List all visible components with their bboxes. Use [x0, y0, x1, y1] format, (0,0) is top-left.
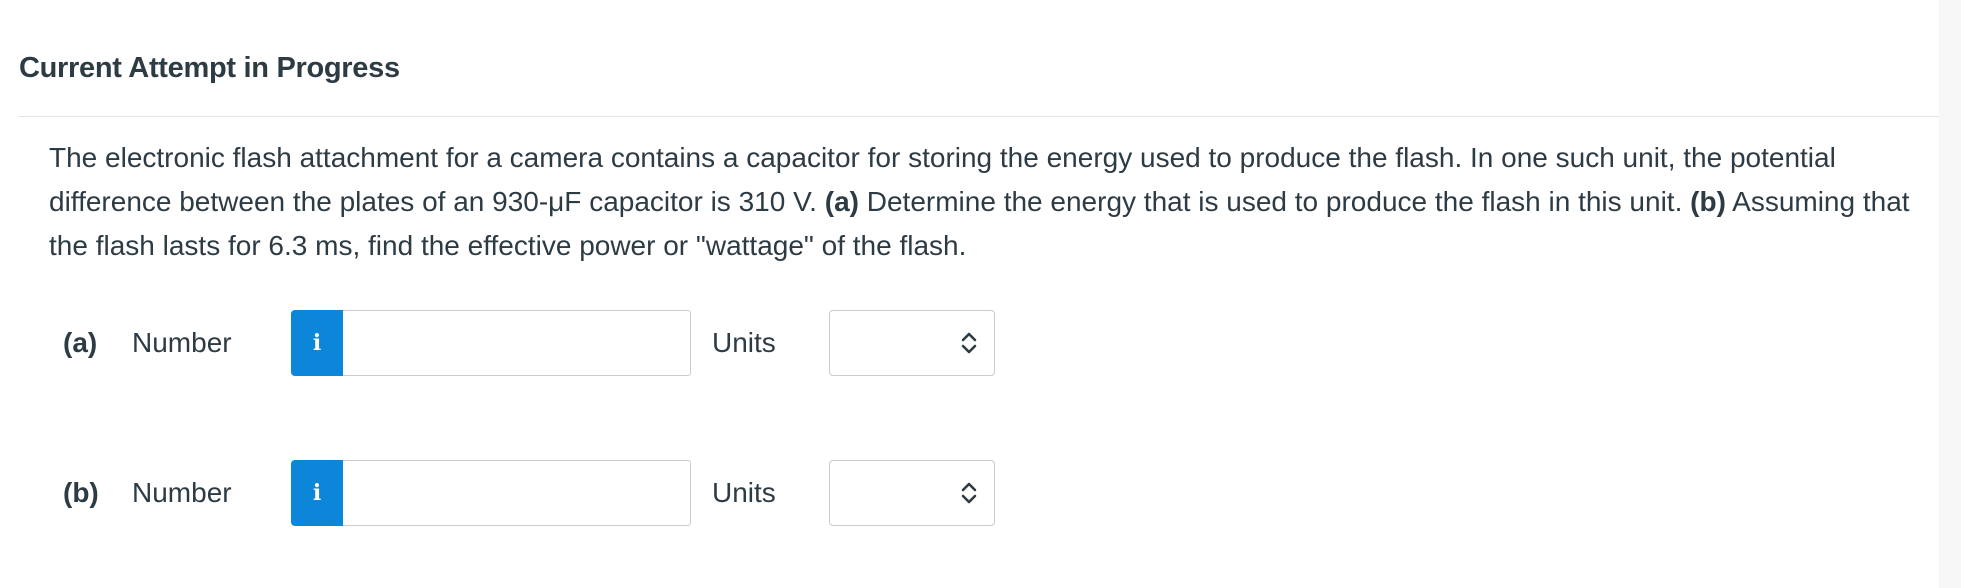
units-select[interactable] [829, 310, 995, 376]
answer-row-b: (b) Number i Units [0, 460, 1100, 526]
question-part-a-text: Determine the energy that is used to pro… [866, 186, 1683, 217]
units-label: Units [712, 477, 776, 508]
number-input[interactable] [343, 460, 691, 526]
number-label: Number [132, 327, 232, 358]
info-icon: i [312, 480, 322, 506]
page-right-margin [1939, 0, 1961, 588]
attempt-status-heading: Current Attempt in Progress [19, 52, 400, 84]
answer-row-a: (a) Number i Units [0, 310, 1100, 376]
part-label: (b) [63, 477, 99, 508]
info-button[interactable]: i [291, 310, 343, 376]
units-select[interactable] [829, 460, 995, 526]
chevron-up-down-icon [961, 482, 977, 504]
question-page: Current Attempt in Progress The electron… [0, 0, 1961, 588]
header-divider [19, 116, 1939, 117]
question-text: The electronic flash attachment for a ca… [49, 136, 1919, 268]
number-input[interactable] [343, 310, 691, 376]
question-part-a-label: (a) [824, 186, 859, 217]
info-button[interactable]: i [291, 460, 343, 526]
part-label: (a) [63, 327, 98, 358]
question-part-b-label: (b) [1690, 186, 1726, 217]
units-label: Units [712, 327, 776, 358]
chevron-up-down-icon [961, 332, 977, 354]
info-icon: i [312, 330, 322, 356]
number-label: Number [132, 477, 232, 508]
